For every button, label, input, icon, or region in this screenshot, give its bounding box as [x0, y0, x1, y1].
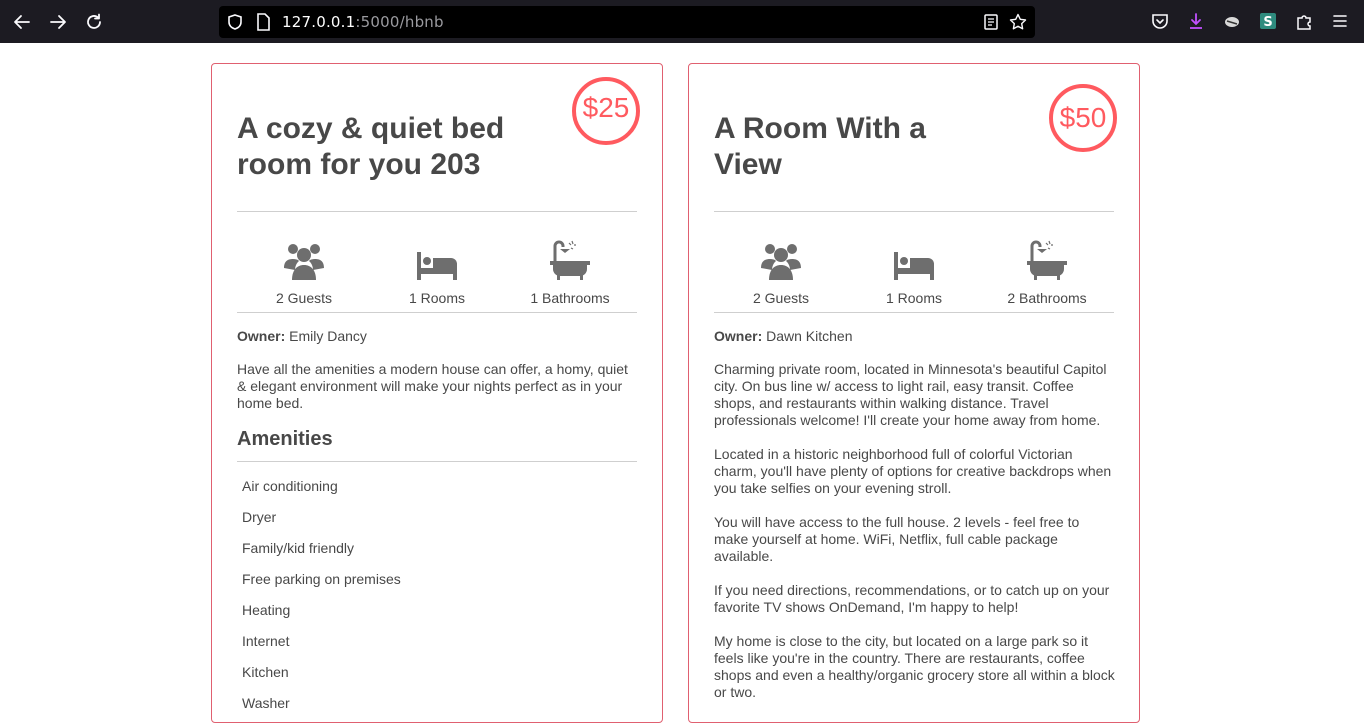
rooms-info: 1 Rooms: [854, 240, 974, 306]
description-paragraph: You will have access to the full house. …: [714, 514, 1080, 564]
menu-icon[interactable]: [1330, 11, 1350, 31]
amenity-item: Dryer: [242, 509, 277, 525]
guests-label: 2 Guests: [752, 290, 810, 306]
divider: [237, 312, 637, 313]
guests-icon: [721, 240, 841, 280]
amenity-item: Heating: [242, 602, 291, 618]
guests-icon: [244, 240, 364, 280]
place-card: A cozy & quiet bed room for you 203 $25 …: [211, 63, 663, 723]
rooms-label: 1 Rooms: [885, 290, 943, 306]
owner-name: Emily Dancy: [289, 328, 367, 344]
description-paragraph: Have all the amenities a modern house ca…: [237, 361, 628, 411]
price-badge: $50: [1049, 84, 1117, 152]
description-paragraph: Located in a historic neighborhood full …: [714, 446, 1112, 496]
place-card: A Room With a View $50 2 Guests 1 Rooms …: [688, 63, 1140, 723]
amenity-item: Washer: [242, 695, 290, 711]
downloads-icon[interactable]: [1186, 11, 1206, 31]
description-paragraph: My home is close to the city, but locate…: [714, 633, 1115, 700]
divider: [714, 312, 1114, 313]
owner-name: Dawn Kitchen: [766, 328, 853, 344]
extensions-puzzle-icon[interactable]: [1294, 11, 1314, 31]
bathrooms-label: 2 Bathrooms: [1007, 290, 1087, 306]
description-paragraph: If you need directions, recommendations,…: [714, 582, 1110, 615]
amenities-title: Amenities: [237, 428, 333, 450]
description: Have all the amenities a modern house ca…: [237, 361, 639, 429]
url-text[interactable]: 127.0.0.1:5000/hbnb: [282, 13, 444, 31]
owner-line: Owner: Emily Dancy: [237, 328, 367, 344]
price-badge: $25: [572, 77, 640, 145]
place-title: A Room With a View: [714, 112, 926, 181]
bed-icon: [854, 240, 974, 280]
owner-line: Owner: Dawn Kitchen: [714, 328, 853, 344]
amenity-item: Air conditioning: [242, 478, 338, 494]
rooms-label: 1 Rooms: [408, 290, 466, 306]
pocket-icon[interactable]: [1150, 11, 1170, 31]
bathrooms-info: 2 Bathrooms: [987, 240, 1107, 306]
amenity-item: Family/kid friendly: [242, 540, 355, 556]
svg-text:S: S: [1263, 15, 1272, 30]
url-bar[interactable]: 127.0.0.1:5000/hbnb: [219, 6, 1035, 38]
place-title: A cozy & quiet bed room for you 203: [237, 112, 505, 181]
guests-label: 2 Guests: [275, 290, 333, 306]
browser-toolbar: 127.0.0.1:5000/hbnb S: [0, 0, 1364, 43]
owner-label: Owner:: [237, 328, 286, 344]
divider: [714, 211, 1114, 212]
divider: [237, 211, 637, 212]
shield-icon[interactable]: [226, 13, 244, 36]
rooms-info: 1 Rooms: [377, 240, 497, 306]
reload-icon[interactable]: [83, 11, 105, 33]
back-icon[interactable]: [11, 11, 33, 33]
forward-icon[interactable]: [47, 11, 69, 33]
amenity-item: Internet: [242, 633, 290, 649]
divider: [237, 461, 637, 462]
url-host: 127.0.0.1: [282, 13, 356, 31]
description-paragraph: Charming private room, located in Minnes…: [714, 361, 1107, 428]
owner-label: Owner:: [714, 328, 763, 344]
guests-info: 2 Guests: [244, 240, 364, 306]
bathrooms-info: 1 Bathrooms: [510, 240, 630, 306]
stylus-extension-icon[interactable]: S: [1258, 11, 1278, 31]
bed-icon: [377, 240, 497, 280]
amenities-list: Air conditioning Dryer Family/kid friend…: [242, 478, 401, 722]
bookmark-star-icon[interactable]: [1009, 13, 1027, 36]
bathtub-icon: [510, 240, 630, 280]
guests-info: 2 Guests: [721, 240, 841, 306]
description: Charming private room, located in Minnes…: [714, 361, 1116, 718]
url-path: :5000/hbnb: [355, 13, 444, 31]
extension-icon[interactable]: [1222, 11, 1242, 31]
bathrooms-label: 1 Bathrooms: [530, 290, 610, 306]
amenity-item: Kitchen: [242, 664, 289, 680]
bathtub-icon: [987, 240, 1107, 280]
page-info-icon[interactable]: [255, 13, 271, 36]
amenity-item: Free parking on premises: [242, 571, 401, 587]
reader-view-icon[interactable]: [983, 14, 999, 35]
